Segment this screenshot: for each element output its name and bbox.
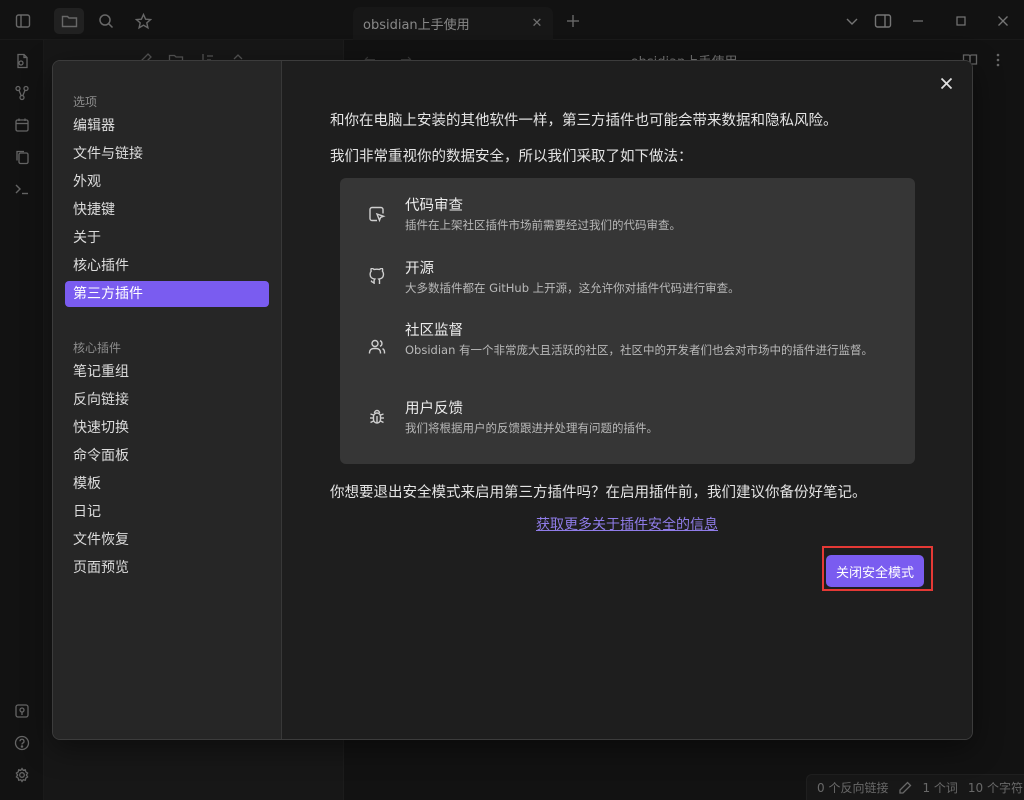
feature-desc: 插件在上架社区插件市场前需要经过我们的代码审查。 bbox=[405, 218, 681, 232]
safe-mode-question: 你想要退出安全模式来启用第三方插件吗？在启用插件前，我们建议你备份好笔记。 bbox=[330, 485, 867, 501]
sidebar-item-core-plugin-1[interactable]: 反向链接 bbox=[65, 387, 269, 413]
sidebar-item-core-plugin-4[interactable]: 模板 bbox=[65, 471, 269, 497]
sidebar-item-option-1[interactable]: 文件与链接 bbox=[65, 141, 269, 167]
close-modal-icon[interactable] bbox=[936, 73, 956, 93]
sidebar-item-option-4[interactable]: 关于 bbox=[65, 225, 269, 251]
security-measures-box: 代码审查 插件在上架社区插件市场前需要经过我们的代码审查。 开源 大多数插件都在… bbox=[340, 178, 915, 464]
code-review-icon bbox=[368, 205, 388, 225]
settings-sidebar: 选项 编辑器 文件与链接 外观 快捷键 关于 核心插件 第三方插件 核心插件 笔记重组 反向链… bbox=[53, 61, 282, 739]
feature-title: 社区监督 bbox=[405, 323, 463, 339]
sidebar-item-core-plugin-6[interactable]: 文件恢复 bbox=[65, 527, 269, 553]
users-icon bbox=[368, 338, 388, 358]
learn-more-link[interactable]: 获取更多关于插件安全的信息 bbox=[282, 514, 972, 534]
sidebar-item-core-plugin-2[interactable]: 快速切换 bbox=[65, 415, 269, 441]
measures-intro-text: 我们非常重视你的数据安全，所以我们采取了如下做法： bbox=[330, 149, 693, 165]
settings-content: 和你在电脑上安装的其他软件一样，第三方插件也可能会带来数据和隐私风险。 我们非常… bbox=[282, 61, 972, 739]
core-plugins-heading: 核心插件 bbox=[73, 341, 122, 355]
bug-icon bbox=[368, 408, 388, 428]
sidebar-item-option-3[interactable]: 快捷键 bbox=[65, 197, 269, 223]
risk-intro-text: 和你在电脑上安装的其他软件一样，第三方插件也可能会带来数据和隐私风险。 bbox=[330, 113, 838, 129]
sidebar-item-core-plugin-3[interactable]: 命令面板 bbox=[65, 443, 269, 469]
settings-modal: 选项 编辑器 文件与链接 外观 快捷键 关于 核心插件 第三方插件 核心插件 笔记重组 反向链… bbox=[52, 60, 973, 740]
feature-desc: Obsidian 有一个非常庞大且活跃的社区，社区中的开发者们也会对市场中的插件… bbox=[405, 343, 874, 357]
sidebar-item-core-plugin-0[interactable]: 笔记重组 bbox=[65, 359, 269, 385]
sidebar-item-option-2[interactable]: 外观 bbox=[65, 169, 269, 195]
sidebar-item-option-6[interactable]: 第三方插件 bbox=[65, 281, 269, 307]
github-icon bbox=[368, 268, 388, 288]
sidebar-item-core-plugin-5[interactable]: 日记 bbox=[65, 499, 269, 525]
feature-title: 用户反馈 bbox=[405, 401, 463, 417]
feature-title: 代码审查 bbox=[405, 198, 463, 214]
sidebar-item-core-plugin-7[interactable]: 页面预览 bbox=[65, 555, 269, 581]
sidebar-item-option-0[interactable]: 编辑器 bbox=[65, 113, 269, 139]
turn-off-safe-mode-button[interactable]: 关闭安全模式 bbox=[826, 555, 924, 587]
feature-title: 开源 bbox=[405, 261, 434, 277]
options-heading: 选项 bbox=[73, 95, 98, 109]
sidebar-item-option-5[interactable]: 核心插件 bbox=[65, 253, 269, 279]
feature-desc: 大多数插件都在 GitHub 上开源，这允许你对插件代码进行审查。 bbox=[405, 281, 740, 295]
feature-desc: 我们将根据用户的反馈跟进并处理有问题的插件。 bbox=[405, 421, 658, 435]
